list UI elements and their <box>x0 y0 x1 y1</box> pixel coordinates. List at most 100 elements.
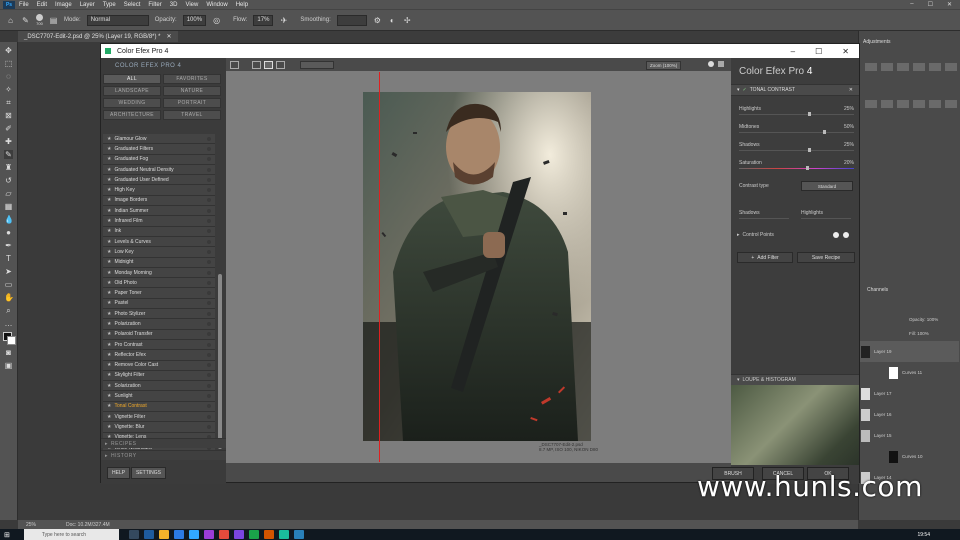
eyedropper-tool-icon[interactable]: ✐ <box>4 124 13 133</box>
taskbar-app-icon[interactable] <box>158 530 169 539</box>
layer-row[interactable]: Curves 10 <box>859 446 959 467</box>
compare-button[interactable] <box>300 61 334 69</box>
category-wedding[interactable]: WEDDING <box>103 98 161 108</box>
filter-preview-dot-icon[interactable] <box>207 208 211 213</box>
filter-preview-dot-icon[interactable] <box>207 291 211 296</box>
marquee-tool-icon[interactable]: ⬚ <box>4 59 13 68</box>
history-section[interactable]: ▸ HISTORY <box>101 450 226 460</box>
preview-photo[interactable] <box>363 92 591 441</box>
filter-preview-dot-icon[interactable] <box>207 342 211 347</box>
filter-list-item[interactable]: ★ Graduated Neutral Density <box>103 164 215 176</box>
filter-preview-dot-icon[interactable] <box>207 219 211 224</box>
favorite-star-icon[interactable]: ★ <box>107 228 111 234</box>
favorite-star-icon[interactable]: ★ <box>107 239 111 245</box>
filter-preview-dot-icon[interactable] <box>207 146 211 151</box>
slider-shadows[interactable]: Shadows 25% <box>739 142 854 156</box>
opacity-field[interactable]: 100% <box>182 14 207 26</box>
type-tool-icon[interactable]: T <box>4 254 13 263</box>
filter-list-scrollbar[interactable] <box>218 274 222 449</box>
filter-list-item[interactable]: ★ Photo Stylizer <box>103 309 215 320</box>
slider-highlights[interactable]: Highlights 25% <box>739 106 854 120</box>
favorite-star-icon[interactable]: ★ <box>107 280 111 286</box>
taskbar-app-icon[interactable] <box>173 530 184 539</box>
channels-panel-tab[interactable]: Channels <box>867 287 888 293</box>
save-recipe-button[interactable]: Save Recipe <box>797 252 855 263</box>
filter-list-item[interactable]: ★ Glamour Glow <box>103 134 215 145</box>
mode-select[interactable]: Normal <box>86 14 149 26</box>
slider-midtones-thumb[interactable] <box>823 130 826 134</box>
favorite-star-icon[interactable]: ★ <box>107 249 111 255</box>
taskview-icon[interactable] <box>128 530 139 539</box>
background-toggle-icon[interactable] <box>708 61 714 67</box>
dialog-minimize-icon[interactable]: – <box>791 47 795 56</box>
layers-opacity[interactable]: Opacity: 100% <box>909 317 938 322</box>
category-architecture[interactable]: ARCHITECTURE <box>103 110 161 120</box>
add-control-point-icon[interactable] <box>833 232 839 238</box>
category-landscape[interactable]: LANDSCAPE <box>103 86 161 96</box>
filter-preview-dot-icon[interactable] <box>207 352 211 357</box>
adjustment-invert-icon[interactable] <box>945 100 957 108</box>
filter-list-item[interactable]: ★ Polaroid Transfer <box>103 329 215 340</box>
filter-preview-dot-icon[interactable] <box>207 301 211 306</box>
filter-preview-dot-icon[interactable] <box>207 404 211 409</box>
slider-midtones[interactable]: Midtones 50% <box>739 124 854 138</box>
layer-row[interactable]: Layer 16 <box>859 404 959 425</box>
adjustment-bw-icon[interactable] <box>881 100 893 108</box>
history-brush-tool-icon[interactable]: ↺ <box>4 176 13 185</box>
filter-preview-dot-icon[interactable] <box>207 280 211 285</box>
filter-list-item[interactable]: ★ Vignette: Blur <box>103 422 215 433</box>
favorite-star-icon[interactable]: ★ <box>107 372 111 378</box>
hide-panel-icon[interactable] <box>230 61 239 69</box>
menu-layer[interactable]: Layer <box>80 2 95 8</box>
favorite-star-icon[interactable]: ★ <box>107 331 111 337</box>
clone-stamp-tool-icon[interactable]: ♜ <box>4 163 13 172</box>
filter-preview-dot-icon[interactable] <box>207 249 211 254</box>
smoothing-field[interactable] <box>336 14 367 26</box>
favorite-star-icon[interactable]: ★ <box>107 259 111 265</box>
favorite-star-icon[interactable]: ★ <box>107 300 111 306</box>
filter-list-item[interactable]: ★ Reflector Efex <box>103 350 215 361</box>
quick-select-tool-icon[interactable]: ✧ <box>4 85 13 94</box>
side-by-side-icon[interactable] <box>276 61 285 69</box>
maximize-icon[interactable]: ☐ <box>928 1 933 8</box>
favorite-star-icon[interactable]: ★ <box>107 197 111 203</box>
menu-filter[interactable]: Filter <box>148 2 161 8</box>
healing-tool-icon[interactable]: ✚ <box>4 137 13 146</box>
category-travel[interactable]: TRAVEL <box>163 110 221 120</box>
zoom-tool-icon[interactable]: ⌕ <box>4 306 13 315</box>
filter-list-item[interactable]: ★ Pastel <box>103 298 215 310</box>
favorite-star-icon[interactable]: ★ <box>107 218 111 224</box>
frame-tool-icon[interactable]: ⊠ <box>4 111 13 120</box>
filter-list-item[interactable]: ★ Image Borders <box>103 195 215 207</box>
filter-list-item[interactable]: ★ Skylight Filter <box>103 370 215 382</box>
slider-shadows-thumb[interactable] <box>808 148 812 152</box>
move-tool-icon[interactable]: ✥ <box>4 46 13 55</box>
menu-window[interactable]: Window <box>206 2 227 8</box>
brush-panel-icon[interactable]: ▤ <box>49 16 58 25</box>
crop-tool-icon[interactable]: ⌗ <box>4 98 13 107</box>
filter-list-item[interactable]: ★ Midnight <box>103 257 215 268</box>
shape-tool-icon[interactable]: ▭ <box>4 280 13 289</box>
favorite-star-icon[interactable]: ★ <box>107 383 111 389</box>
filter-preview-dot-icon[interactable] <box>207 239 211 244</box>
filter-preview-dot-icon[interactable] <box>207 383 211 388</box>
brush-tool-active-icon[interactable]: ✎ <box>4 150 13 159</box>
taskbar-app-icon[interactable] <box>203 530 214 539</box>
filter-list-item[interactable]: ★ Paper Toner <box>103 288 215 299</box>
filter-preview-dot-icon[interactable] <box>207 177 211 182</box>
brush-size-preset[interactable]: 700 <box>36 14 43 26</box>
zoom-select[interactable]: Zoom (100%) <box>646 61 682 70</box>
layers-fill[interactable]: Fill: 100% <box>909 331 929 336</box>
menu-select[interactable]: Select <box>124 2 141 8</box>
category-favorites[interactable]: FAVORITES <box>163 74 221 84</box>
favorite-star-icon[interactable]: ★ <box>107 311 111 317</box>
favorite-star-icon[interactable]: ★ <box>107 177 111 183</box>
adjustment-balance-icon[interactable] <box>865 100 877 108</box>
filter-list-item[interactable]: ★ Graduated User Defined <box>103 175 215 186</box>
close-tab-icon[interactable]: ✕ <box>167 33 172 40</box>
filter-list-item[interactable]: ★ Remove Color Cast <box>103 360 215 371</box>
help-button[interactable]: HELP <box>107 467 131 479</box>
filter-preview-dot-icon[interactable] <box>207 188 211 193</box>
layer-row[interactable]: Layer 15 <box>859 425 959 446</box>
filter-list-item[interactable]: ★ Graduated Fog <box>103 154 215 165</box>
